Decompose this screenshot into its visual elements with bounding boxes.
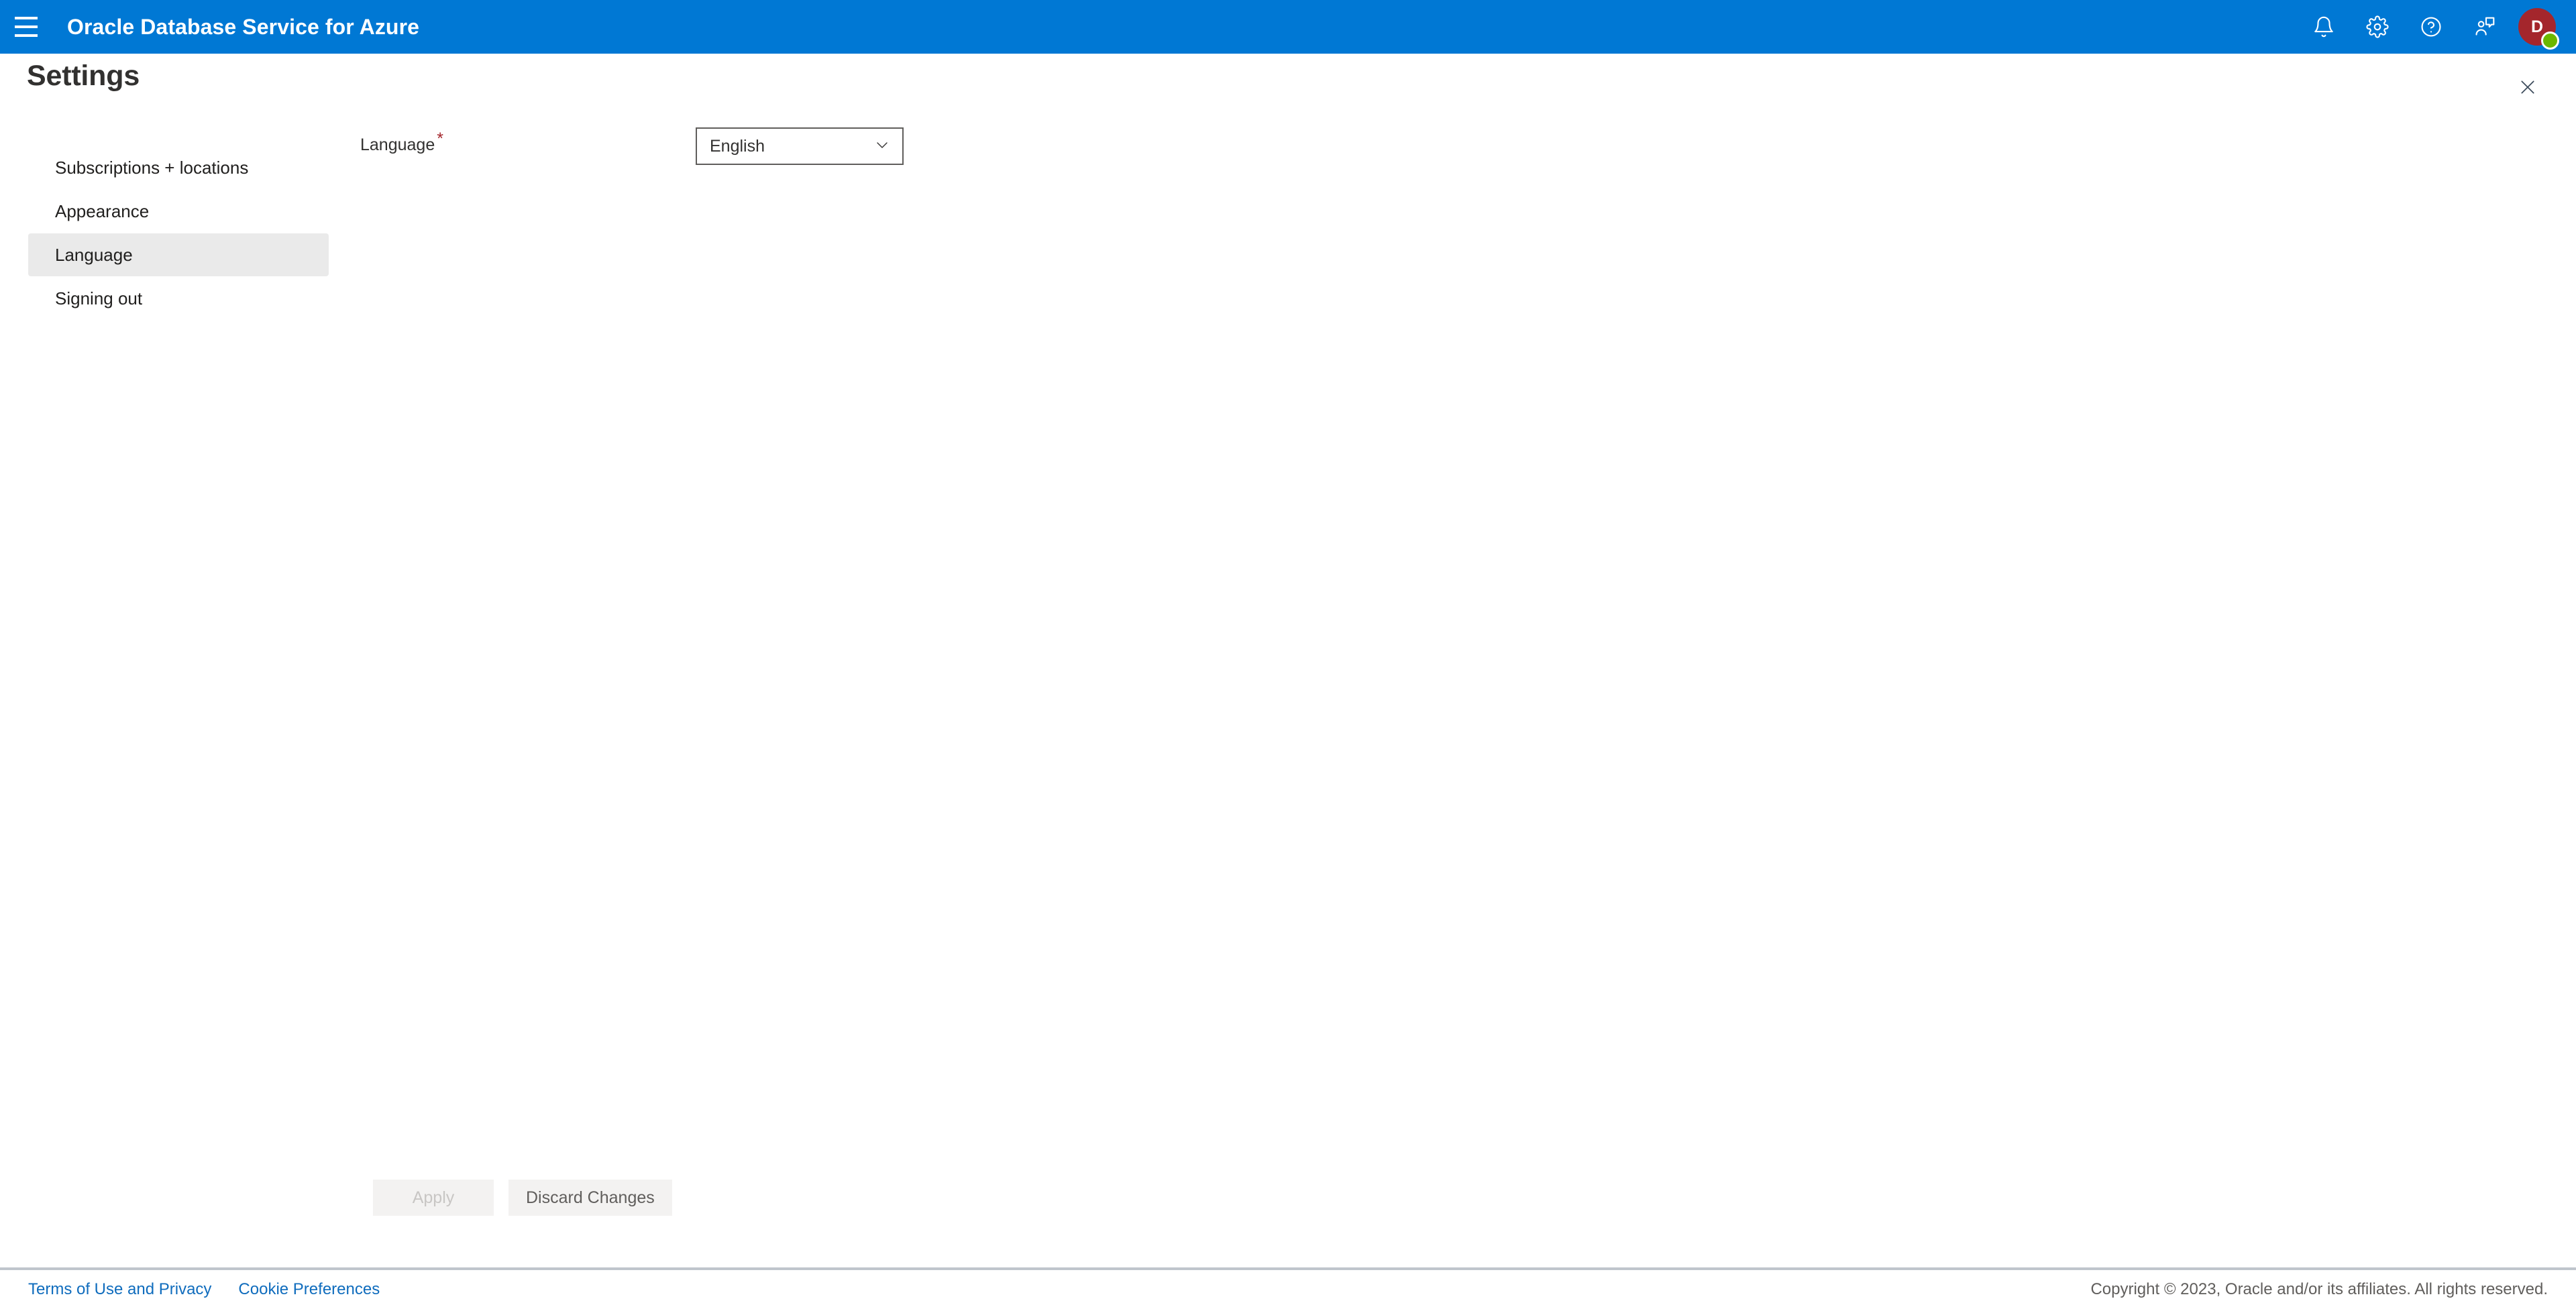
avatar[interactable]: D	[2518, 8, 2559, 50]
language-select-value: English	[710, 136, 765, 156]
close-icon[interactable]	[2513, 72, 2542, 102]
feedback-icon[interactable]	[2458, 0, 2512, 54]
language-field-row: Language * English	[360, 127, 904, 165]
hamburger-bar	[15, 34, 38, 37]
topbar-icon-group: D	[2297, 0, 2568, 54]
chevron-down-icon	[874, 137, 890, 156]
help-icon[interactable]	[2404, 0, 2458, 54]
settings-form: Language * English	[360, 127, 904, 165]
footer-link-group: Terms of Use and Privacy Cookie Preferen…	[28, 1280, 380, 1299]
sidebar-item-signing-out[interactable]: Signing out	[28, 277, 329, 320]
copyright-text: Copyright © 2023, Oracle and/or its affi…	[2090, 1280, 2548, 1298]
sidebar-item-label: Signing out	[55, 288, 143, 308]
app-title: Oracle Database Service for Azure	[67, 14, 420, 39]
sidebar-item-label: Language	[55, 244, 133, 265]
form-actions: Apply Discard Changes	[373, 1180, 672, 1216]
language-select[interactable]: English	[696, 127, 904, 165]
sidebar-item-subscriptions-locations[interactable]: Subscriptions + locations	[28, 146, 329, 189]
language-field-label: Language *	[360, 127, 696, 155]
page-title: Settings	[27, 60, 140, 92]
settings-sidebar: Subscriptions + locations Appearance Lan…	[28, 146, 329, 321]
required-asterisk: *	[437, 129, 443, 148]
cookie-preferences-link[interactable]: Cookie Preferences	[238, 1280, 380, 1299]
hamburger-bar	[15, 25, 38, 28]
hamburger-bar	[15, 17, 38, 19]
page-footer: Terms of Use and Privacy Cookie Preferen…	[0, 1267, 2576, 1309]
settings-gear-icon[interactable]	[2351, 0, 2404, 54]
sidebar-item-appearance[interactable]: Appearance	[28, 190, 329, 233]
terms-of-use-link[interactable]: Terms of Use and Privacy	[28, 1280, 211, 1299]
apply-button[interactable]: Apply	[373, 1180, 494, 1216]
sidebar-item-label: Subscriptions + locations	[55, 157, 249, 178]
notifications-icon[interactable]	[2297, 0, 2351, 54]
settings-body: Subscriptions + locations Appearance Lan…	[0, 127, 2576, 1167]
language-label-text: Language	[360, 135, 435, 154]
discard-changes-button[interactable]: Discard Changes	[508, 1180, 672, 1216]
page-header: Settings	[0, 54, 2576, 98]
top-app-bar: Oracle Database Service for Azure D	[0, 0, 2576, 54]
sidebar-item-language[interactable]: Language	[28, 233, 329, 276]
hamburger-menu-icon[interactable]	[0, 0, 52, 54]
sidebar-item-label: Appearance	[55, 201, 150, 221]
presence-status-dot	[2541, 32, 2559, 50]
